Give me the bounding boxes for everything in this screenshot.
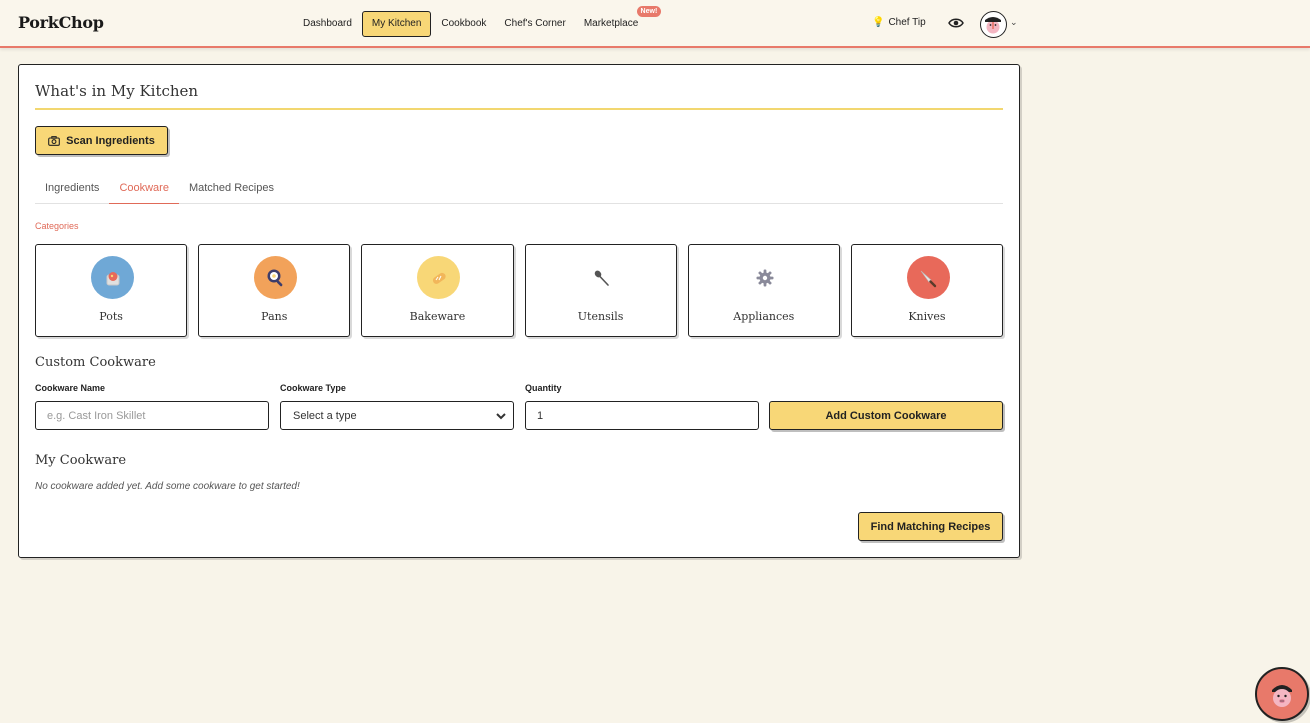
- cookware-name-label: Cookware Name: [35, 383, 106, 393]
- spoon-icon: [580, 256, 624, 299]
- category-label: Pans: [261, 310, 288, 323]
- category-grid: Pots Pans Bakeware Utensils Appliances K…: [35, 244, 1004, 337]
- app-logo[interactable]: PorkChop: [18, 13, 104, 32]
- my-cookware-title: My Cookware: [35, 453, 127, 468]
- tab-matched-recipes[interactable]: Matched Recipes: [179, 176, 284, 204]
- category-knives[interactable]: Knives: [850, 244, 1004, 337]
- page-title: What's in My Kitchen: [35, 82, 199, 100]
- gear-icon: [743, 256, 787, 299]
- scan-ingredients-button[interactable]: Scan Ingredients: [35, 126, 168, 155]
- kitchen-card: What's in My Kitchen Scan Ingredients In…: [18, 64, 1020, 558]
- knife-icon: [906, 256, 950, 299]
- chevron-down-icon[interactable]: ⌄: [1010, 17, 1018, 28]
- main-nav: Dashboard My Kitchen Cookbook Chef's Cor…: [294, 6, 662, 37]
- category-label: Utensils: [577, 310, 624, 323]
- quantity-field: [525, 401, 759, 430]
- cookware-type-field: Select a type: [280, 401, 514, 430]
- pan-icon: [254, 256, 298, 299]
- kitchen-tabs: Ingredients Cookware Matched Recipes: [35, 176, 1003, 204]
- category-bakeware[interactable]: Bakeware: [361, 244, 514, 337]
- nav-dashboard[interactable]: Dashboard: [294, 11, 361, 37]
- cookware-name-field: [35, 401, 269, 430]
- cookware-type-label: Cookware Type: [280, 383, 346, 393]
- tab-cookware[interactable]: Cookware: [109, 176, 179, 204]
- bread-icon: [417, 256, 461, 299]
- nav-my-kitchen[interactable]: My Kitchen: [361, 11, 432, 37]
- chef-tip-label: Chef Tip: [888, 17, 926, 28]
- quantity-input[interactable]: [537, 409, 747, 422]
- add-custom-cookware-button[interactable]: Add Custom Cookware: [769, 401, 1003, 430]
- empty-cookware-message: No cookware added yet. Add some cookware…: [35, 481, 300, 492]
- chef-avatar-icon: [985, 17, 1001, 34]
- category-label: Knives: [908, 310, 946, 323]
- cookware-name-input[interactable]: [47, 409, 257, 422]
- cookware-type-select[interactable]: Select a type: [289, 408, 509, 423]
- scan-ingredients-label: Scan Ingredients: [66, 134, 155, 147]
- categories-label: Categories: [35, 221, 79, 231]
- category-label: Pots: [99, 310, 123, 323]
- nav-cookbook[interactable]: Cookbook: [432, 11, 495, 37]
- nav-marketplace[interactable]: Marketplace New!: [575, 6, 662, 37]
- chef-tip-button[interactable]: 💡 Chef Tip: [872, 17, 926, 28]
- eye-icon[interactable]: [948, 16, 964, 30]
- new-badge: New!: [636, 6, 662, 17]
- user-avatar[interactable]: [980, 11, 1007, 38]
- category-appliances[interactable]: Appliances: [687, 244, 840, 337]
- find-matching-recipes-button[interactable]: Find Matching Recipes: [858, 512, 1003, 541]
- nav-chefs-corner[interactable]: Chef's Corner: [495, 11, 574, 37]
- custom-cookware-title: Custom Cookware: [35, 355, 156, 370]
- category-label: Appliances: [733, 310, 795, 323]
- pot-icon: [91, 256, 134, 299]
- top-navbar: PorkChop Dashboard My Kitchen Cookbook C…: [0, 0, 1310, 48]
- chef-assistant-button[interactable]: [1255, 667, 1309, 721]
- pig-chef-icon: [1272, 685, 1292, 707]
- lightbulb-icon: 💡: [872, 17, 885, 28]
- category-pans[interactable]: Pans: [198, 244, 351, 337]
- title-divider: [35, 108, 1003, 110]
- category-label: Bakeware: [409, 310, 466, 323]
- nav-marketplace-label: Marketplace: [583, 18, 639, 29]
- category-utensils[interactable]: Utensils: [524, 244, 677, 337]
- camera-icon: [48, 135, 61, 146]
- tab-ingredients[interactable]: Ingredients: [35, 176, 109, 204]
- quantity-label: Quantity: [525, 383, 562, 393]
- category-pots[interactable]: Pots: [35, 244, 188, 337]
